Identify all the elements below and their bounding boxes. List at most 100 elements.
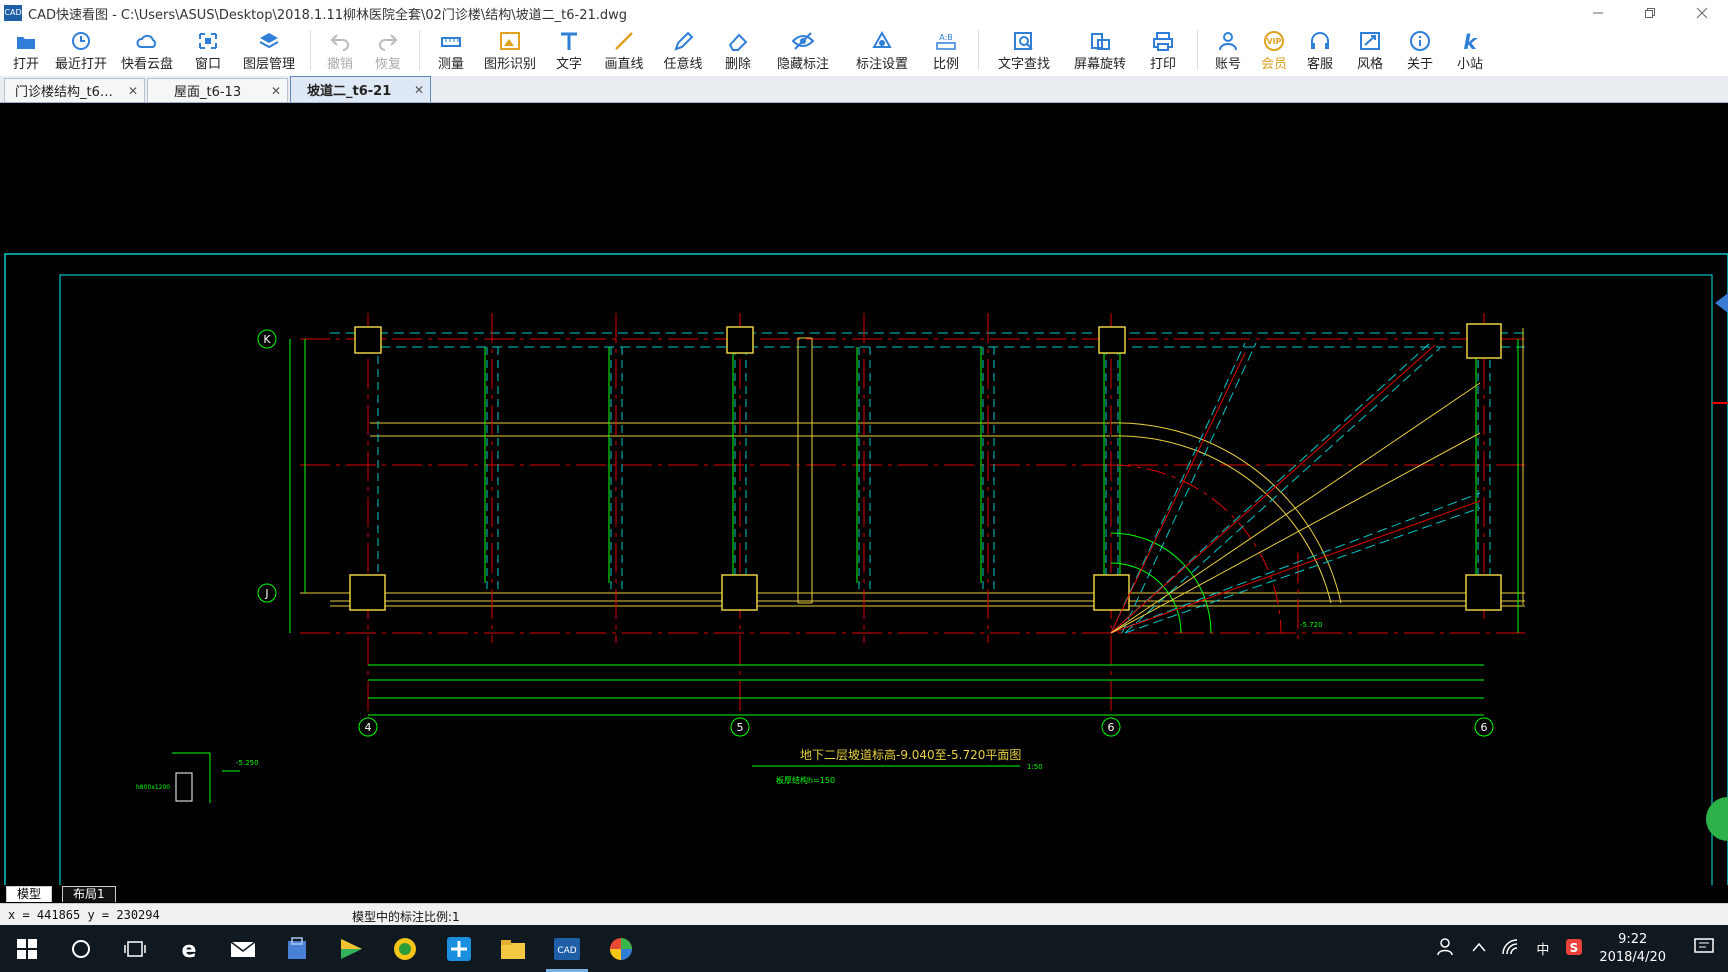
notification-icon	[1694, 937, 1714, 953]
tab-document-2[interactable]: 屋面_t6-13 ✕	[147, 78, 288, 102]
minimize-icon	[1593, 12, 1603, 14]
tab-document-1[interactable]: 门诊楼结构_t6… ✕	[4, 78, 145, 102]
toolbar-button-label: 删除	[724, 57, 751, 72]
toolbar-button-undo[interactable]: 撤销	[317, 26, 363, 74]
toolbar-button-printer[interactable]: 打印	[1137, 26, 1189, 74]
eye-icon	[792, 31, 814, 51]
toolbar-button-cloud[interactable]: 快看云盘	[114, 26, 180, 74]
tray-overflow-button[interactable]	[1472, 941, 1486, 956]
main-toolbar: 打开 最近打开 快看云盘 窗口 图层管理 撤销 恢复 测量 图形识别 文字 画直线 任意线 删除 隐藏标注…	[0, 26, 1728, 76]
browser-360-icon	[394, 937, 416, 960]
taskbar-cad-viewer[interactable]: CAD	[540, 925, 594, 972]
toolbar-separator	[978, 30, 979, 70]
taskbar-mail[interactable]	[216, 925, 270, 972]
layout-tab-bar: 模型 布局1	[0, 885, 1728, 903]
toolbar-button-label: 比例	[932, 57, 959, 72]
floating-assistant-icon[interactable]	[1706, 797, 1728, 841]
start-button[interactable]	[0, 925, 54, 972]
toolbar-button-info[interactable]: 关于	[1396, 26, 1444, 74]
shape-recognize-icon	[499, 31, 521, 51]
taskbar-ie[interactable]: e	[162, 925, 216, 972]
tab-label: 门诊楼结构_t6…	[15, 85, 113, 100]
toolbar-button-style[interactable]: 风格	[1346, 26, 1394, 74]
cloud-icon	[136, 31, 158, 51]
toolbar-button-layers[interactable]: 图层管理	[236, 26, 302, 74]
toolbar-button-label: 屏幕旋转	[1073, 57, 1126, 72]
vip-icon: VIP	[1263, 31, 1285, 51]
tab-layout1[interactable]: 布局1	[62, 886, 116, 902]
grid-bubbles	[257, 329, 1494, 737]
action-center-button[interactable]	[1694, 937, 1714, 960]
drawing-canvas[interactable]: K J 4 5 6 6 地下二层坡道标高-9.040至-5.720平面图 1:5…	[0, 103, 1728, 888]
window-title: CAD快速看图 - C:\Users\ASUS\Desktop\2018.1.1…	[28, 7, 628, 23]
toolbar-button-headset[interactable]: 客服	[1296, 26, 1344, 74]
sogou-ime-button[interactable]: S	[1565, 938, 1583, 960]
tab-close-icon[interactable]: ✕	[414, 83, 424, 97]
toolbar-button-folder-open[interactable]: 打开	[4, 26, 48, 74]
toolbar-button-annotation-settings[interactable]: 标注设置	[844, 26, 920, 74]
cursor-coordinates: x = 441865 y = 230294	[8, 908, 160, 922]
tab-close-icon[interactable]: ✕	[271, 84, 281, 98]
dimension-lines	[289, 339, 1519, 716]
toolbar-button-text-search[interactable]: 文字查找	[985, 26, 1063, 74]
toolbar-button-clock[interactable]: 最近打开	[50, 26, 112, 74]
toolbar-button-label: 图层管理	[242, 57, 295, 72]
toolbar-button-label: 画直线	[604, 57, 644, 72]
toolbar-button-user[interactable]: 账号	[1204, 26, 1252, 74]
task-view-button[interactable]	[108, 925, 162, 972]
toolbar-button-text[interactable]: 文字	[544, 26, 594, 74]
toolbar-button-label: 隐藏标注	[776, 57, 829, 72]
detail-note: h800x1200	[136, 784, 170, 791]
toolbar-button-shape-recognize[interactable]: 图形识别	[478, 26, 542, 74]
status-bar: x = 441865 y = 230294 模型中的标注比例:1	[0, 903, 1728, 925]
inner-frame	[59, 274, 1713, 888]
ime-indicator[interactable]: 中	[1536, 939, 1549, 958]
ruler-icon	[440, 31, 462, 51]
toolbar-button-window[interactable]: 窗口	[182, 26, 234, 74]
clock[interactable]: 9:22 2018/4/20	[1599, 931, 1666, 967]
toolbar-button-vip[interactable]: VIP 会员	[1254, 26, 1294, 74]
tab-close-icon[interactable]: ✕	[128, 84, 138, 98]
taskbar-pinwheel[interactable]	[432, 925, 486, 972]
toolbar-button-eraser[interactable]: 删除	[714, 26, 762, 74]
taskbar-explorer[interactable]	[486, 925, 540, 972]
info-icon	[1409, 31, 1431, 51]
video-player-icon	[341, 938, 362, 959]
toolbar-button-label: 快看云盘	[120, 57, 173, 72]
toolbar-button-line[interactable]: 画直线	[596, 26, 652, 74]
toolbar-button-pen[interactable]: 任意线	[654, 26, 712, 74]
toolbar-button-rotate-screen[interactable]: 屏幕旋转	[1065, 26, 1135, 74]
network-button[interactable]	[1502, 938, 1520, 959]
toolbar-button-k-site[interactable]: k 小站	[1446, 26, 1494, 74]
search-button[interactable]	[54, 925, 108, 972]
title-bar: CAD CAD快速看图 - C:\Users\ASUS\Desktop\2018…	[0, 0, 1728, 26]
toolbar-button-scale[interactable]: A:B 比例	[922, 26, 970, 74]
svg-text:S: S	[1570, 941, 1579, 955]
taskbar-browser-360[interactable]	[378, 925, 432, 972]
people-button[interactable]	[1436, 937, 1456, 960]
restore-button[interactable]	[1624, 0, 1676, 26]
viewcube-edge-icon[interactable]	[1715, 293, 1728, 313]
toolbar-button-label: 账号	[1214, 57, 1241, 72]
grid-lines	[367, 313, 1485, 733]
annotation-settings-icon	[871, 31, 893, 51]
clock-icon	[70, 31, 92, 51]
store-icon	[288, 936, 306, 959]
tab-document-3[interactable]: 坡道二_t6-21 ✕	[290, 76, 431, 102]
close-button[interactable]	[1676, 0, 1728, 26]
rotate-screen-icon	[1089, 31, 1111, 51]
taskbar-video[interactable]	[324, 925, 378, 972]
toolbar-separator	[419, 30, 420, 70]
taskbar-photos[interactable]	[594, 925, 648, 972]
folder-icon	[501, 939, 525, 959]
toolbar-button-redo[interactable]: 恢复	[365, 26, 411, 74]
taskbar-store[interactable]	[270, 925, 324, 972]
minimize-button[interactable]	[1572, 0, 1624, 26]
grid-label-c: 6	[1108, 721, 1115, 734]
eraser-icon	[727, 31, 749, 51]
toolbar-button-label: 风格	[1356, 57, 1383, 72]
toolbar-button-eye[interactable]: 隐藏标注	[764, 26, 842, 74]
clock-date: 2018/4/20	[1599, 949, 1666, 965]
tab-model[interactable]: 模型	[6, 886, 53, 902]
toolbar-button-ruler[interactable]: 测量	[426, 26, 476, 74]
